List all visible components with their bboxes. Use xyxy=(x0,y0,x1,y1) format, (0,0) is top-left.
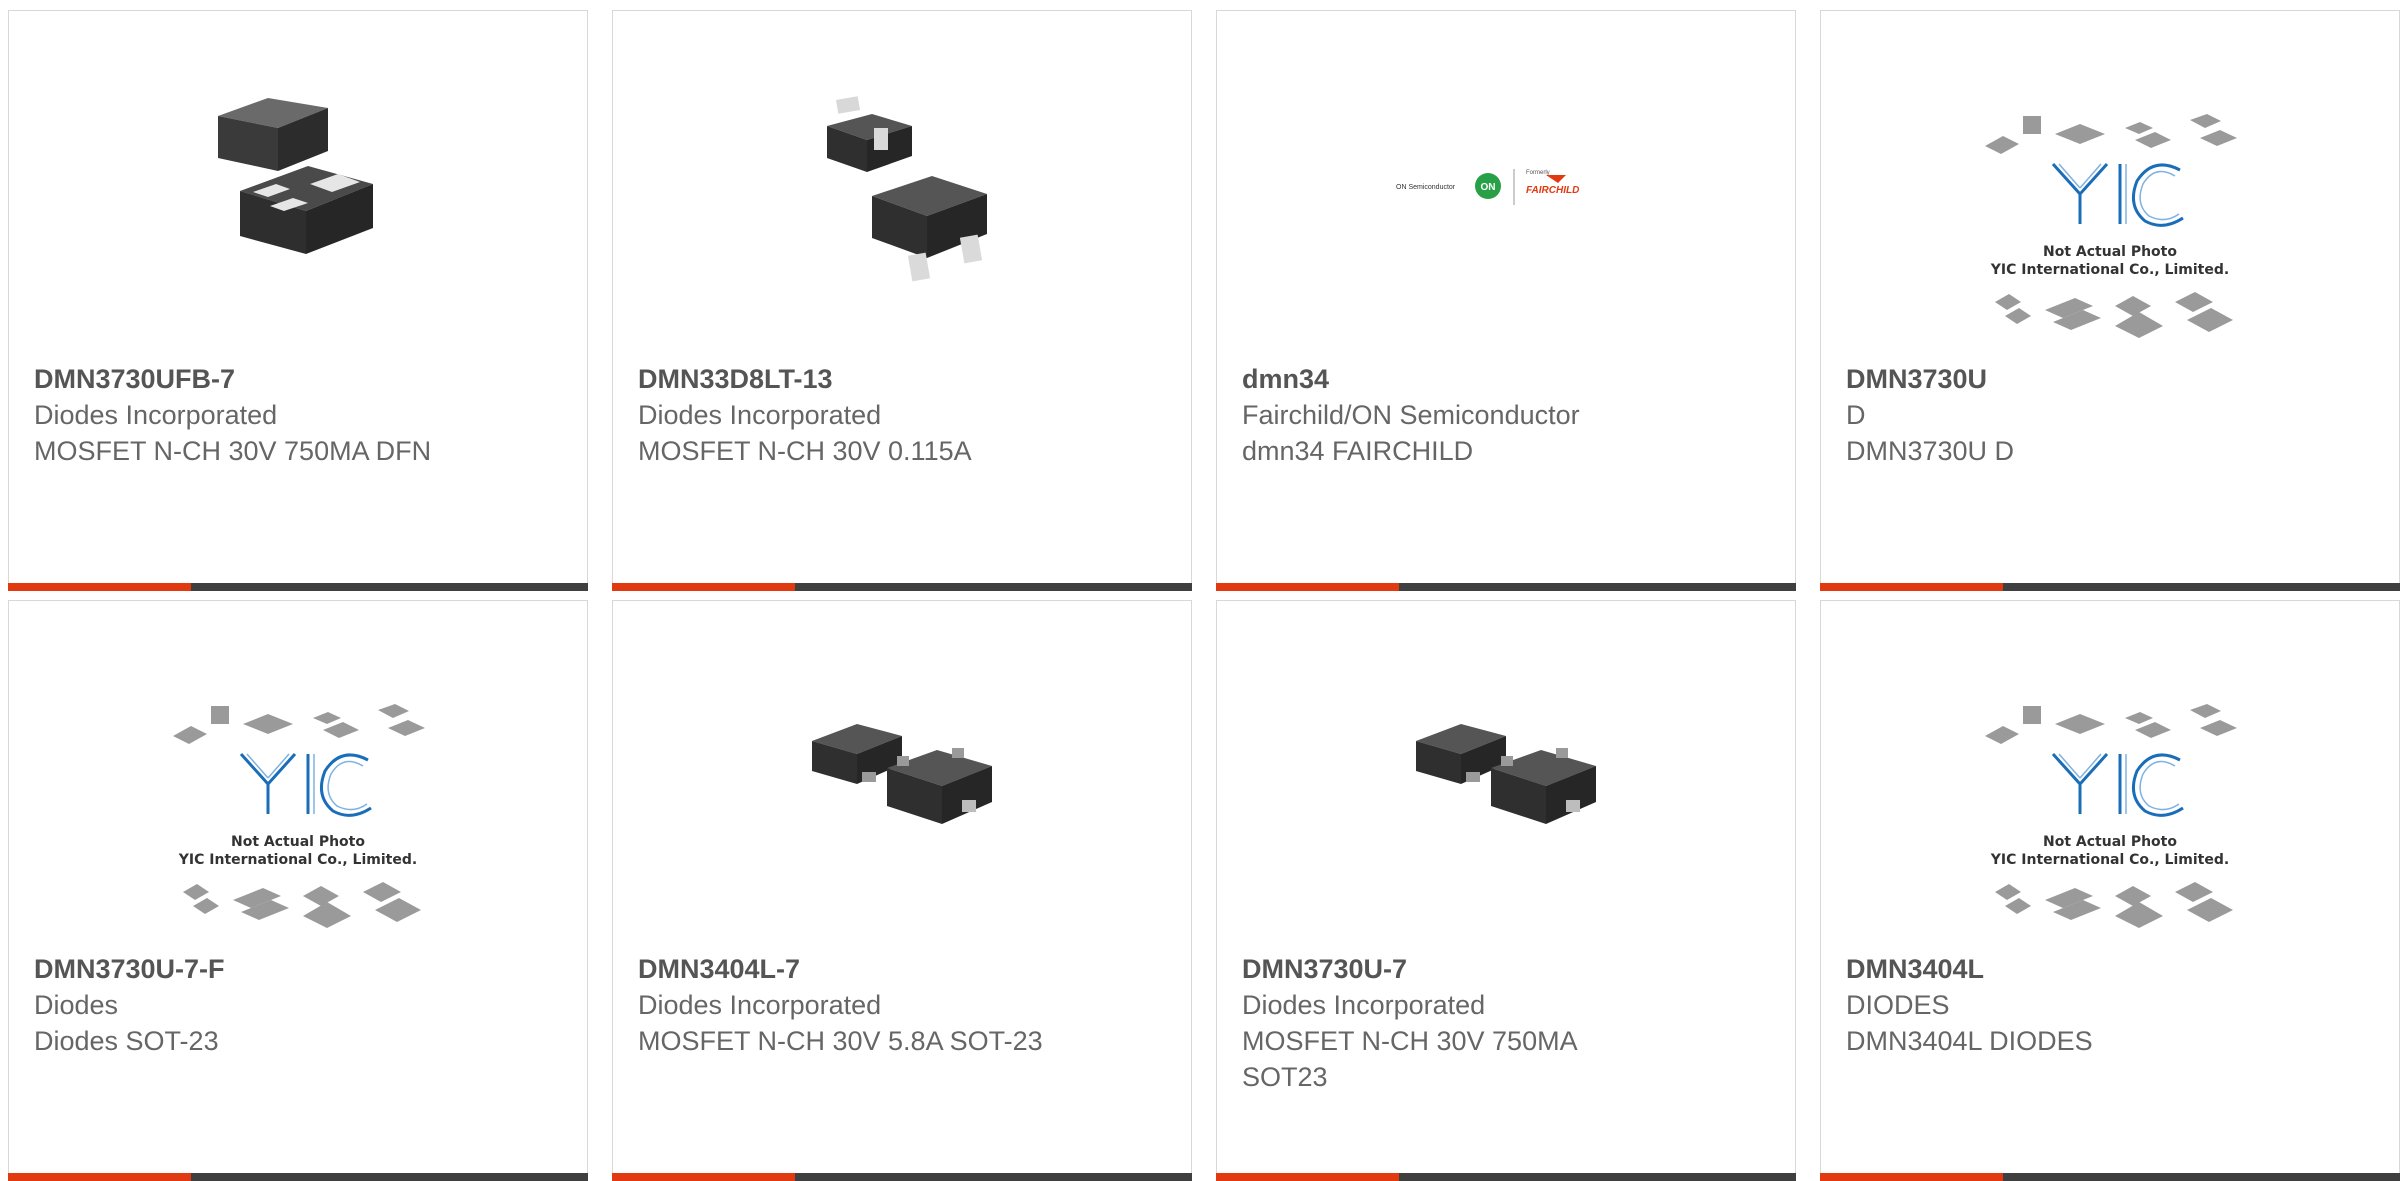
part-number[interactable]: DMN33D8LT-13 xyxy=(638,361,1058,397)
description: MOSFET N-CH 30V 750MA SOT23 xyxy=(1242,1026,1577,1092)
product-card[interactable]: Not Actual Photo YIC International Co., … xyxy=(1820,600,2400,1181)
product-image[interactable]: Not Actual Photo YIC International Co., … xyxy=(9,696,587,936)
part-number[interactable]: DMN3730U xyxy=(1846,361,2266,397)
placeholder-line2: YIC International Co., Limited. xyxy=(178,852,417,868)
manufacturer: Diodes Incorporated xyxy=(1242,990,1486,1020)
card-footer-bar xyxy=(1820,583,2400,591)
product-info: DMN3730UFB-7 Diodes Incorporated MOSFET … xyxy=(34,361,454,469)
card-footer-bar xyxy=(8,583,588,591)
card-footer-bar xyxy=(1216,583,1796,591)
product-info: DMN33D8LT-13 Diodes Incorporated MOSFET … xyxy=(638,361,1058,469)
manufacturer: Diodes Incorporated xyxy=(638,990,882,1020)
placeholder-line2: YIC International Co., Limited. xyxy=(1990,262,2229,278)
card-footer-bar xyxy=(1216,1173,1796,1181)
card-accent xyxy=(8,1173,191,1181)
product-info: dmn34 Fairchild/ON Semiconductor dmn34 F… xyxy=(1242,361,1662,469)
placeholder-line1: Not Actual Photo xyxy=(2043,244,2177,260)
product-image[interactable] xyxy=(613,81,1191,291)
yic-placeholder-image: Not Actual Photo YIC International Co., … xyxy=(1985,114,2237,338)
card-accent xyxy=(1216,583,1399,591)
placeholder-line2: YIC International Co., Limited. xyxy=(1990,852,2229,868)
logo-mark: ON xyxy=(1481,182,1496,193)
product-image[interactable]: ON Semiconductor ON Formerly FAIRCHILD xyxy=(1217,81,1795,291)
card-accent xyxy=(612,1173,795,1181)
card-footer-bar xyxy=(1820,1173,2400,1181)
dfn-package-icon xyxy=(218,98,373,254)
sot23-package-icon xyxy=(1416,724,1596,824)
card-footer-bar xyxy=(612,583,1192,591)
manufacturer: D xyxy=(1846,400,1866,430)
card-accent xyxy=(8,583,191,591)
product-image[interactable] xyxy=(9,81,587,291)
part-number[interactable]: DMN3730U-7-F xyxy=(34,951,454,987)
product-card[interactable]: DMN3730UFB-7 Diodes Incorporated MOSFET … xyxy=(8,10,588,591)
product-info: DMN3404L DIODES DMN3404L DIODES xyxy=(1846,951,2266,1059)
logo-brand: ON Semiconductor xyxy=(1396,184,1456,191)
part-number[interactable]: dmn34 xyxy=(1242,361,1662,397)
product-card[interactable]: DMN3404L-7 Diodes Incorporated MOSFET N-… xyxy=(612,600,1192,1181)
description: MOSFET N-CH 30V 0.115A xyxy=(638,436,972,466)
product-image[interactable] xyxy=(613,671,1191,881)
product-card[interactable]: DMN33D8LT-13 Diodes Incorporated MOSFET … xyxy=(612,10,1192,591)
product-grid: DMN3730UFB-7 Diodes Incorporated MOSFET … xyxy=(0,0,2400,1181)
card-accent xyxy=(1820,583,2003,591)
card-footer-bar xyxy=(8,1173,588,1181)
manufacturer: Fairchild/ON Semiconductor xyxy=(1242,400,1580,430)
manufacturer: DIODES xyxy=(1846,990,1950,1020)
card-accent xyxy=(1216,1173,1399,1181)
yic-placeholder-image: Not Actual Photo YIC International Co., … xyxy=(173,704,425,928)
sot-package-icon xyxy=(827,96,987,282)
manufacturer: Diodes xyxy=(34,990,119,1020)
product-card[interactable]: DMN3730U-7 Diodes Incorporated MOSFET N-… xyxy=(1216,600,1796,1181)
card-accent xyxy=(1820,1173,2003,1181)
description: DMN3730U D xyxy=(1846,436,2015,466)
part-number[interactable]: DMN3730U-7 xyxy=(1242,951,1662,987)
product-info: DMN3730U D DMN3730U D xyxy=(1846,361,2266,469)
product-image[interactable] xyxy=(1217,671,1795,881)
product-info: DMN3730U-7-F Diodes Diodes SOT-23 xyxy=(34,951,454,1059)
product-image[interactable]: Not Actual Photo YIC International Co., … xyxy=(1821,106,2399,346)
product-image[interactable]: Not Actual Photo YIC International Co., … xyxy=(1821,696,2399,936)
placeholder-line1: Not Actual Photo xyxy=(231,834,365,850)
part-number[interactable]: DMN3404L-7 xyxy=(638,951,1058,987)
product-card[interactable]: Not Actual Photo YIC International Co., … xyxy=(8,600,588,1181)
logo-formerly: Formerly xyxy=(1526,170,1550,176)
product-info: DMN3404L-7 Diodes Incorporated MOSFET N-… xyxy=(638,951,1058,1059)
product-info: DMN3730U-7 Diodes Incorporated MOSFET N-… xyxy=(1242,951,1662,1095)
manufacturer: Diodes Incorporated xyxy=(638,400,882,430)
description: dmn34 FAIRCHILD xyxy=(1242,436,1474,466)
part-number[interactable]: DMN3404L xyxy=(1846,951,2266,987)
fairchild-logo: ON Semiconductor ON Formerly FAIRCHILD xyxy=(1396,169,1579,205)
card-footer-bar xyxy=(612,1173,1192,1181)
manufacturer: Diodes Incorporated xyxy=(34,400,278,430)
description: DMN3404L DIODES xyxy=(1846,1026,2093,1056)
placeholder-line1: Not Actual Photo xyxy=(2043,834,2177,850)
description: MOSFET N-CH 30V 750MA DFN xyxy=(34,436,432,466)
description: Diodes SOT-23 xyxy=(34,1026,219,1056)
product-card[interactable]: Not Actual Photo YIC International Co., … xyxy=(1820,10,2400,591)
logo-wordmark: FAIRCHILD xyxy=(1526,185,1579,196)
yic-placeholder-image: Not Actual Photo YIC International Co., … xyxy=(1985,704,2237,928)
sot23-package-icon xyxy=(812,724,992,824)
description: MOSFET N-CH 30V 5.8A SOT-23 xyxy=(638,1026,1043,1056)
product-card[interactable]: ON Semiconductor ON Formerly FAIRCHILD d… xyxy=(1216,10,1796,591)
card-accent xyxy=(612,583,795,591)
part-number[interactable]: DMN3730UFB-7 xyxy=(34,361,454,397)
